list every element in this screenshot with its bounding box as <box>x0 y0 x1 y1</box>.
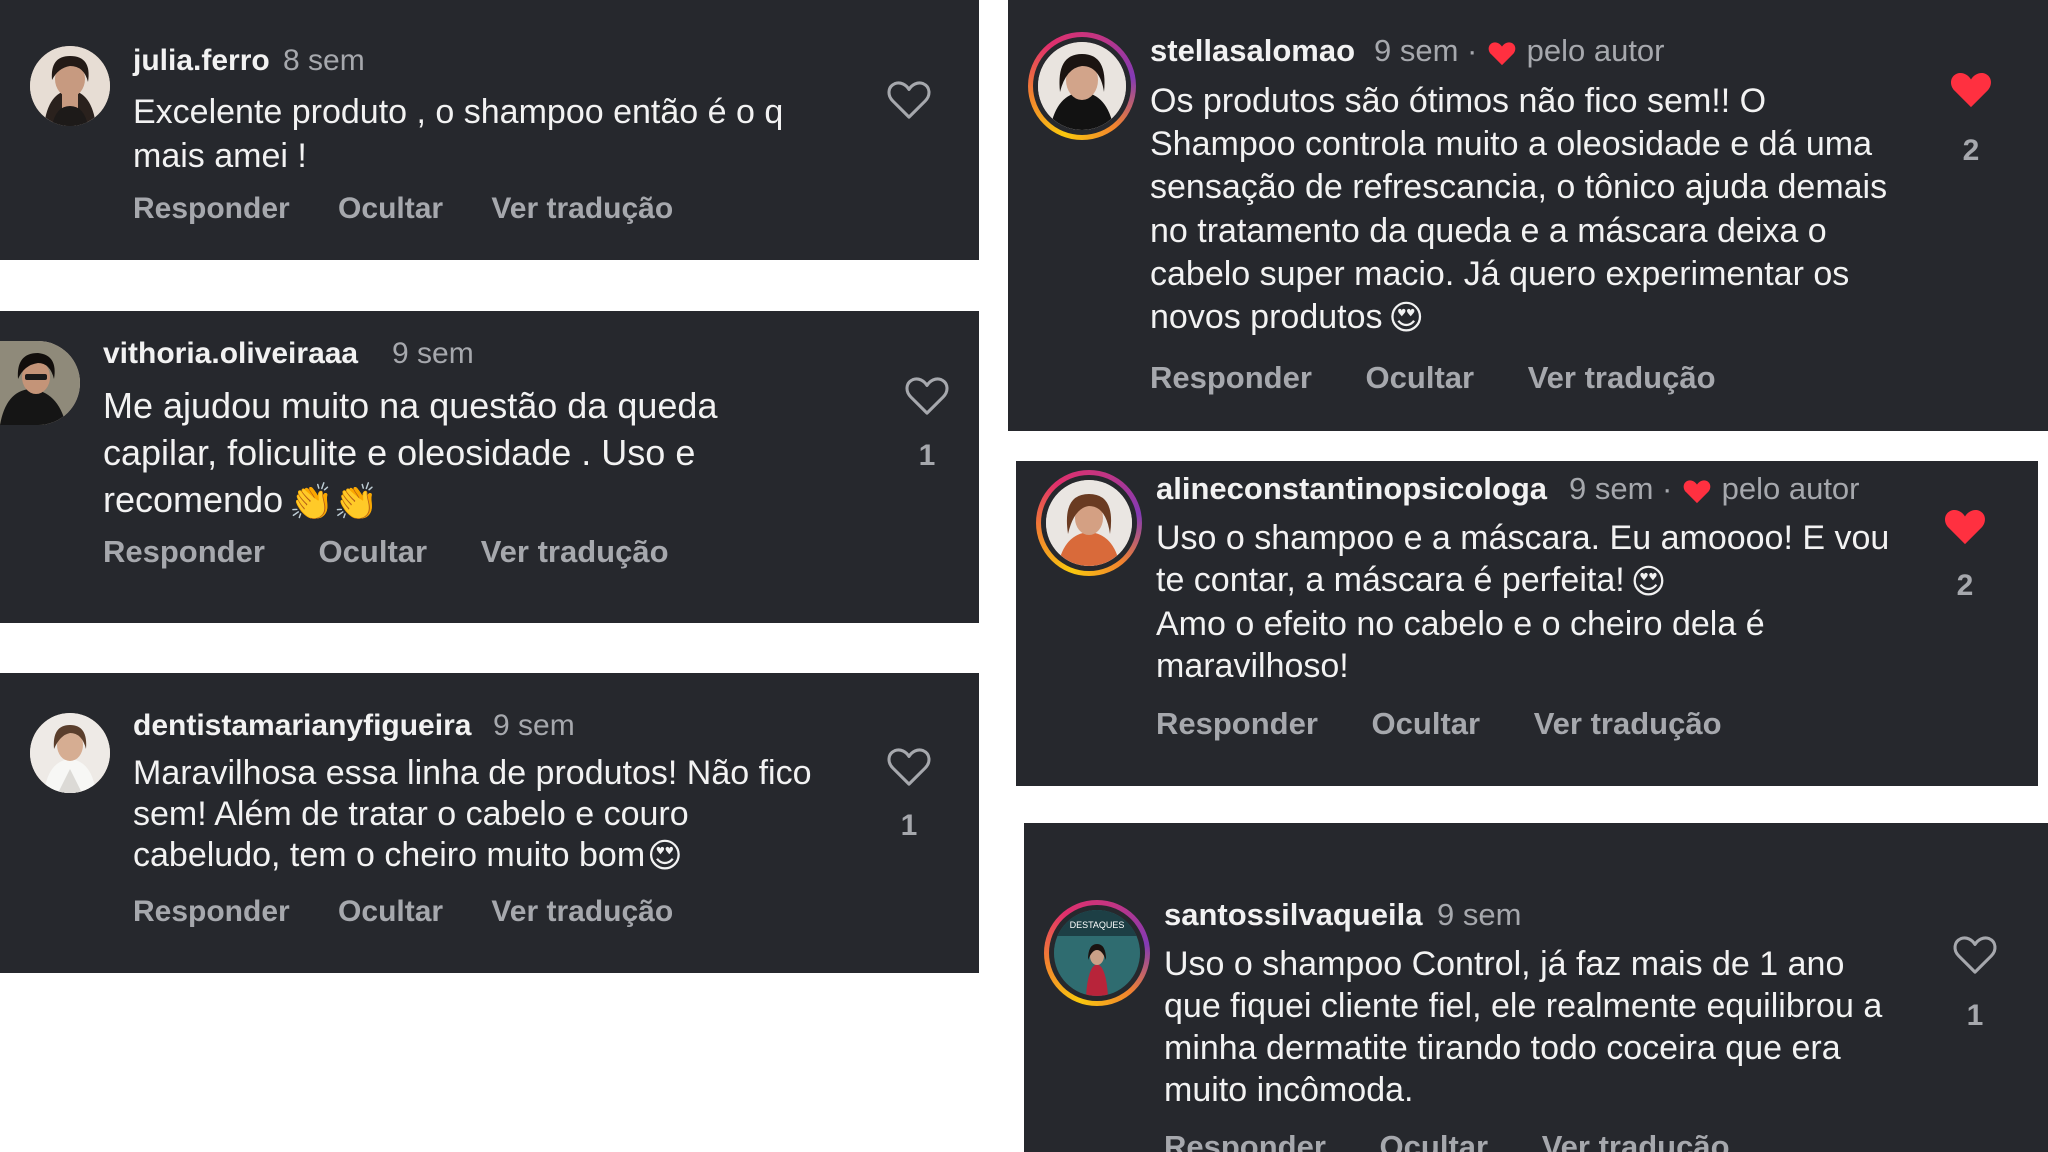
translate-button[interactable]: Ver tradução <box>1542 1129 1730 1152</box>
comment-card: stellasalomao 9 sem · pelo autor Os prod… <box>1008 0 2048 431</box>
heart-eyes-icon: 😍 <box>1630 563 1667 602</box>
reply-button[interactable]: Responder <box>1164 1129 1326 1152</box>
like-count: 1 <box>900 809 918 842</box>
comment-text: Uso o shampoo Control, já faz mais de 1 … <box>1164 943 1884 1112</box>
comment-text-body: Me ajudou muito na questão da queda capi… <box>103 385 718 520</box>
profile-photo-icon <box>0 341 80 425</box>
comment-text: Maravilhosa essa linha de produtos! Não … <box>133 753 833 877</box>
comment-time: 8 sem <box>283 44 365 77</box>
heart-filled-icon <box>1951 72 1991 108</box>
like-count: 2 <box>1956 569 1974 602</box>
comment-actions: Responder Ocultar Ver tradução <box>103 534 669 570</box>
comment-username[interactable]: dentistamarianyfigueira <box>133 709 471 743</box>
heart-outline-icon <box>887 81 931 119</box>
hide-button[interactable]: Ocultar <box>1380 1129 1489 1152</box>
comment-text-body-2: Amo o efeito no cabelo e o cheiro dela é… <box>1156 605 1765 686</box>
comment-actions: Responder Ocultar Ver tradução <box>133 895 673 929</box>
avatar <box>1038 42 1126 130</box>
heart-outline-icon <box>887 748 931 786</box>
comment-text-body: Os produtos são ótimos não fico sem!! O … <box>1150 82 1888 336</box>
comment-time: 9 sem <box>493 709 575 742</box>
like-button[interactable] <box>904 374 950 416</box>
avatar-caption: DESTAQUES <box>1070 920 1125 930</box>
translate-button[interactable]: Ver tradução <box>491 895 673 929</box>
reply-button[interactable]: Responder <box>103 534 265 570</box>
hide-button[interactable]: Ocultar <box>338 895 443 929</box>
comment-text-body: Uso o shampoo e a máscara. Eu amoooo! E … <box>1156 519 1890 600</box>
comment-actions: Responder Ocultar Ver tradução <box>1156 706 1722 742</box>
avatar[interactable] <box>0 341 80 425</box>
comment-actions: Responder Ocultar Ver tradução <box>1164 1129 1730 1152</box>
comment-text-body: Uso o shampoo Control, já faz mais de 1 … <box>1164 945 1883 1110</box>
comment-text: Os produtos são ótimos não fico sem!! O … <box>1150 80 1920 340</box>
liked-by-author-label: pelo autor <box>1721 471 1860 506</box>
comment-time: 9 sem <box>1437 897 1522 932</box>
heart-eyes-icon: 😍 <box>647 837 683 876</box>
like-button[interactable] <box>1942 505 1988 547</box>
comment-text: Me ajudou muito na questão da queda capi… <box>103 383 803 525</box>
avatar-story-ring[interactable] <box>1036 470 1142 576</box>
like-button[interactable] <box>886 78 932 120</box>
like-count: 1 <box>918 439 936 472</box>
avatar[interactable] <box>30 713 110 793</box>
avatar[interactable] <box>30 46 110 126</box>
reply-button[interactable]: Responder <box>1150 360 1312 396</box>
reply-button[interactable]: Responder <box>133 192 290 226</box>
heart-filled-icon <box>1683 480 1711 503</box>
reply-button[interactable]: Responder <box>1156 706 1318 742</box>
like-count: 2 <box>1962 134 1980 167</box>
heart-filled-icon <box>1488 42 1516 65</box>
comment-meta: 9 sem · pelo autor <box>1374 33 1665 68</box>
hide-button[interactable]: Ocultar <box>338 192 443 226</box>
comment-meta: 9 sem · pelo autor <box>1569 471 1860 506</box>
avatar-story-ring[interactable]: DESTAQUES <box>1044 900 1150 1006</box>
liked-by-author-label: pelo autor <box>1526 33 1665 68</box>
avatar <box>1046 480 1132 566</box>
translate-button[interactable]: Ver tradução <box>1528 360 1716 396</box>
comment-card: alineconstantinopsicologa 9 sem · pelo a… <box>1016 461 2038 786</box>
translate-button[interactable]: Ver tradução <box>491 192 673 226</box>
heart-filled-icon <box>1945 509 1985 545</box>
comment-username[interactable]: vithoria.oliveiraaa <box>103 337 358 371</box>
comment-username[interactable]: santossilvaqueila <box>1164 897 1422 933</box>
comment-time: 9 sem <box>1374 33 1459 68</box>
comment-actions: Responder Ocultar Ver tradução <box>133 192 673 226</box>
comment-text: Excelente produto , o shampoo então é o … <box>133 90 853 178</box>
heart-outline-icon <box>905 377 949 415</box>
comment-card: DESTAQUES santossilvaqueila 9 sem Uso o … <box>1024 823 2048 1152</box>
comment-text-body: Excelente produto , o shampoo então é o … <box>133 93 784 176</box>
avatar: DESTAQUES <box>1054 910 1140 996</box>
avatar-story-ring[interactable] <box>1028 32 1136 140</box>
heart-eyes-icon: 😍 <box>1388 299 1424 338</box>
translate-button[interactable]: Ver tradução <box>481 534 669 570</box>
like-button[interactable] <box>1948 68 1994 110</box>
comment-text-body: Maravilhosa essa linha de produtos! Não … <box>133 754 812 874</box>
comment-time: 9 sem <box>1569 471 1654 506</box>
comment-username[interactable]: alineconstantinopsicologa <box>1156 471 1547 507</box>
like-count: 1 <box>1966 999 1984 1032</box>
comment-card: julia.ferro 8 sem Excelente produto , o … <box>0 0 979 260</box>
hide-button[interactable]: Ocultar <box>319 534 428 570</box>
profile-photo-icon <box>1038 42 1126 130</box>
hide-button[interactable]: Ocultar <box>1366 360 1475 396</box>
comment-card: vithoria.oliveiraaa 9 sem Me ajudou muit… <box>0 311 979 623</box>
like-button[interactable] <box>1952 933 1998 975</box>
comment-card: dentistamarianyfigueira 9 sem Maravilhos… <box>0 673 979 973</box>
translate-button[interactable]: Ver tradução <box>1534 706 1722 742</box>
profile-photo-icon <box>30 713 110 793</box>
comment-time: 9 sem <box>392 337 474 370</box>
comment-actions: Responder Ocultar Ver tradução <box>1150 360 1716 396</box>
profile-photo-icon: DESTAQUES <box>1054 910 1140 996</box>
like-button[interactable] <box>886 745 932 787</box>
comment-username[interactable]: stellasalomao <box>1150 33 1355 69</box>
profile-photo-icon <box>30 46 110 126</box>
hide-button[interactable]: Ocultar <box>1372 706 1481 742</box>
comment-username[interactable]: julia.ferro <box>133 44 270 78</box>
clapping-hands-icon: 👏👏 <box>289 480 379 522</box>
heart-outline-icon <box>1953 936 1997 974</box>
reply-button[interactable]: Responder <box>133 895 290 929</box>
profile-photo-icon <box>1046 480 1132 566</box>
comment-text: Uso o shampoo e a máscara. Eu amoooo! E … <box>1156 517 1926 688</box>
